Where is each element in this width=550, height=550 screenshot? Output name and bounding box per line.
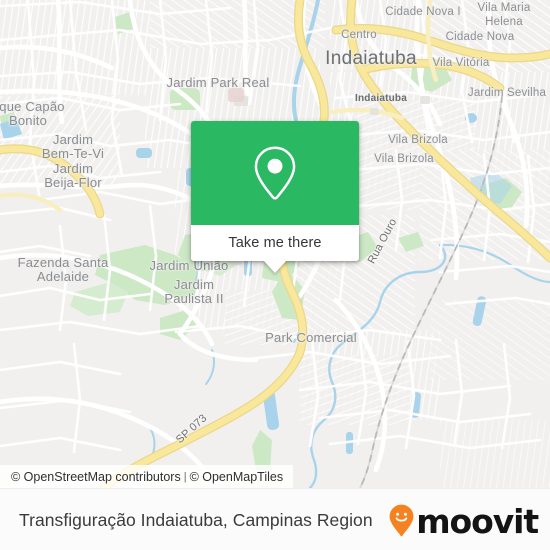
map-screen: Cidade Nova I Vila Maria Helena Centro Cidad…: [0, 0, 550, 550]
popup-tail: [263, 260, 287, 273]
attribution-osm[interactable]: © OpenStreetMap contributors: [11, 470, 181, 484]
place-title: Transfiguração Indaiatuba, Campinas Regi…: [19, 509, 373, 530]
page-footer: Transfiguração Indaiatuba, Campinas Regi…: [0, 488, 550, 550]
popup-image: [191, 121, 359, 225]
map-viewport[interactable]: Cidade Nova I Vila Maria Helena Centro Cidad…: [0, 0, 550, 488]
attribution-tiles[interactable]: © OpenMapTiles: [190, 470, 284, 484]
place-popup[interactable]: Take me there: [191, 121, 359, 261]
map-pin-icon: [254, 146, 296, 200]
map-attribution: © OpenStreetMap contributors | © OpenMap…: [0, 465, 294, 488]
popup-action-label: Take me there: [228, 235, 322, 251]
moovit-wordmark: moovit: [416, 501, 539, 541]
moovit-smiley-pin-icon: [389, 504, 414, 536]
attribution-separator: |: [183, 470, 187, 483]
moovit-logo[interactable]: moovit: [389, 489, 539, 550]
popup-action[interactable]: Take me there: [191, 225, 359, 261]
